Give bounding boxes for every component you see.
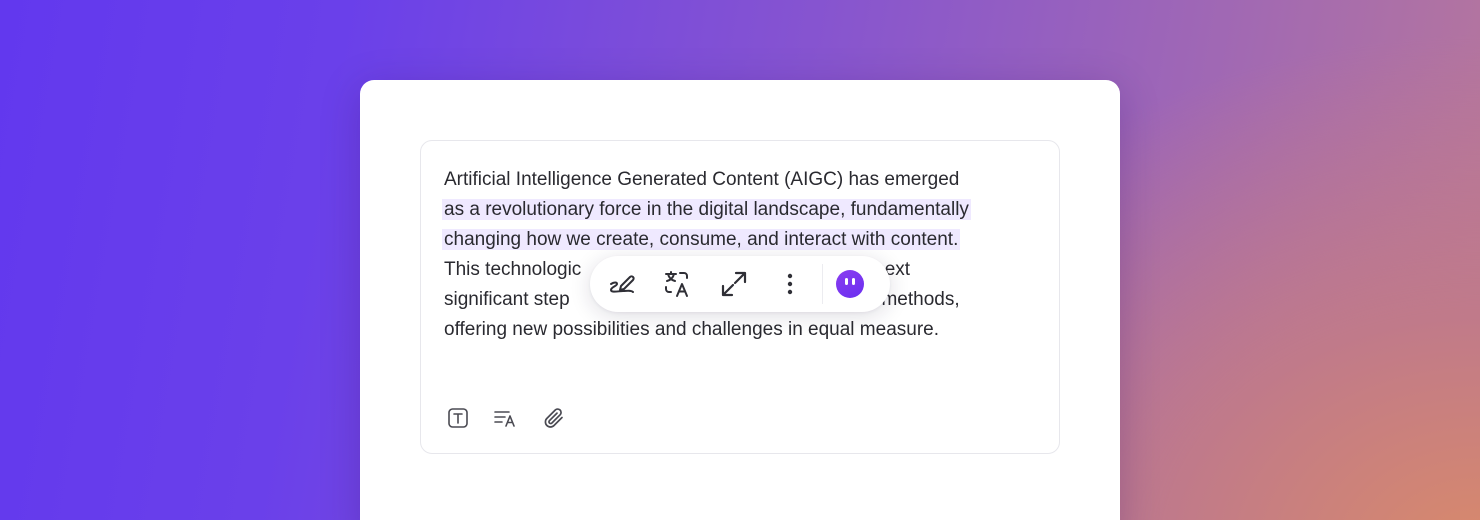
translate-button[interactable] [662, 268, 694, 300]
more-vertical-icon [787, 273, 793, 295]
text-line: offering new possibilities and challenge… [444, 319, 940, 340]
ai-assistant-icon[interactable] [836, 270, 864, 298]
toolbar-divider [822, 264, 823, 304]
editor-content[interactable]: Artificial Intelligence Generated Conten… [442, 165, 1044, 345]
translate-icon [665, 271, 688, 297]
rewrite-button[interactable] [606, 268, 638, 300]
text-fragment: significant step [444, 289, 575, 310]
more-button[interactable] [774, 268, 806, 300]
ai-eye-left [845, 278, 848, 285]
expand-icon [721, 271, 747, 297]
selection-highlight: changing how we create, consume, and int… [442, 229, 961, 250]
attach-button[interactable] [541, 405, 567, 431]
text-format-icon [448, 408, 468, 428]
selection-highlight: as a revolutionary force in the digital … [442, 199, 971, 220]
text-fragment: This technologic [444, 259, 582, 280]
ai-eye-right [852, 278, 855, 285]
pen-stroke-icon [610, 275, 635, 293]
floating-toolbar [590, 256, 890, 312]
text-style-button[interactable] [493, 405, 519, 431]
text-line-selected: changing how we create, consume, and int… [442, 225, 1044, 255]
text-line-selected: as a revolutionary force in the digital … [442, 195, 1044, 225]
text-line: Artificial Intelligence Generated Conten… [444, 169, 960, 190]
text-align-language-icon [494, 411, 515, 427]
paperclip-icon [544, 408, 563, 428]
text-format-button[interactable] [445, 405, 471, 431]
bottom-toolbar [445, 405, 567, 431]
expand-button[interactable] [718, 268, 750, 300]
